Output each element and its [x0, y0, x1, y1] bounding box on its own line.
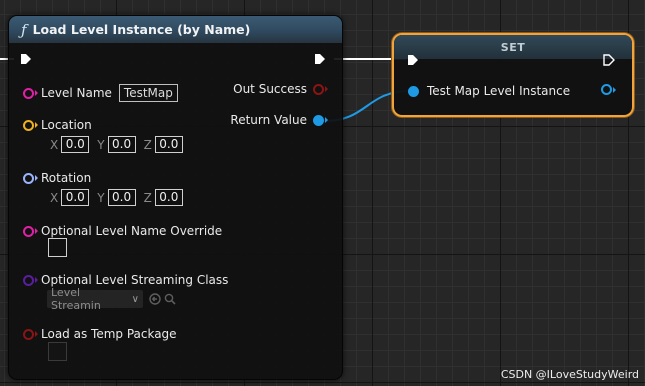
pin-arrow-icon — [35, 228, 38, 234]
chevron-down-icon: ∨ — [131, 293, 139, 305]
streaming-class-pin[interactable]: Optional Level Streaming Class — [23, 273, 228, 287]
level-name-input[interactable]: TestMap — [118, 84, 178, 102]
pin-arrow-icon — [325, 86, 328, 92]
set-node-title: SET — [500, 40, 526, 54]
function-icon: ƒ — [21, 20, 27, 39]
level-name-label: Level Name — [41, 86, 112, 100]
set-input-pin[interactable]: Test Map Level Instance — [408, 84, 570, 98]
exec-in-icon — [21, 54, 31, 64]
bool-pin-icon[interactable] — [313, 83, 324, 95]
string-pin-icon[interactable] — [23, 225, 34, 237]
dropdown-value: Level Streamin — [51, 286, 101, 312]
set-variable-node[interactable]: SET Test Map Level Instance — [392, 33, 634, 117]
temp-package-checkbox[interactable] — [48, 342, 67, 361]
level-name-override-field — [48, 238, 67, 257]
pin-arrow-icon — [35, 90, 38, 96]
temp-package-pin[interactable]: Load as Temp Package — [23, 327, 177, 341]
struct-pin-icon[interactable] — [23, 119, 34, 131]
location-vector: X 0.0 Y 0.0 Z 0.0 — [42, 136, 183, 153]
pin-arrow-icon — [35, 331, 38, 337]
set-variable-label: Test Map Level Instance — [427, 84, 571, 98]
location-pin[interactable]: Location — [23, 118, 92, 132]
z-axis-label: Z — [143, 137, 152, 152]
streaming-class-dropdown[interactable]: Level Streamin ∨ — [47, 286, 143, 312]
rotation-z-input[interactable]: 0.0 — [154, 189, 183, 206]
location-label: Location — [41, 118, 92, 132]
object-pin-icon[interactable] — [313, 114, 324, 126]
watermark: CSDN @ILoveStudyWeird — [500, 368, 639, 381]
node-header[interactable]: ƒ Load Level Instance (by Name) — [9, 16, 342, 43]
rotation-label: Rotation — [41, 171, 92, 185]
browse-search-icon[interactable] — [164, 293, 176, 305]
x-axis-label: X — [50, 190, 59, 205]
level-name-override-label: Optional Level Name Override — [41, 224, 223, 238]
use-selected-arrow-icon[interactable] — [149, 293, 161, 305]
y-axis-label: Y — [97, 137, 105, 152]
object-pin-icon[interactable] — [408, 85, 419, 97]
node-title: Load Level Instance (by Name) — [32, 22, 251, 37]
load-level-instance-node[interactable]: ƒ Load Level Instance (by Name) Out Succ… — [8, 15, 343, 380]
location-y-input[interactable]: 0.0 — [107, 136, 136, 153]
exec-in-icon — [408, 55, 418, 65]
streaming-class-label: Optional Level Streaming Class — [41, 273, 229, 287]
struct-pin-icon[interactable] — [23, 172, 34, 184]
y-axis-label: Y — [97, 190, 105, 205]
level-name-override-pin[interactable]: Optional Level Name Override — [23, 224, 222, 238]
temp-package-field — [48, 342, 67, 361]
location-x-input[interactable]: 0.0 — [61, 136, 90, 153]
return-value-pin[interactable]: Return Value — [230, 113, 328, 127]
pin-arrow-icon — [325, 117, 328, 123]
rotation-x-input[interactable]: 0.0 — [61, 189, 90, 206]
temp-package-label: Load as Temp Package — [41, 327, 177, 341]
set-node-header[interactable]: SET — [394, 35, 632, 59]
streaming-class-field: Level Streamin ∨ — [47, 286, 176, 312]
set-exec-in-pin[interactable] — [407, 54, 419, 66]
set-exec-out-pin[interactable] — [603, 54, 615, 66]
bool-pin-icon[interactable] — [23, 328, 34, 340]
string-pin-icon[interactable] — [23, 87, 34, 99]
x-axis-label: X — [50, 137, 59, 152]
exec-out-pin[interactable] — [314, 53, 326, 65]
object-pin-icon[interactable] — [601, 84, 612, 95]
level-name-pin[interactable]: Level Name TestMap — [23, 84, 178, 102]
pin-arrow-icon — [35, 175, 38, 181]
set-output-pin[interactable] — [601, 84, 616, 95]
exec-out-icon — [603, 54, 615, 66]
rotation-y-input[interactable]: 0.0 — [107, 189, 136, 206]
out-success-pin[interactable]: Out Success — [233, 82, 328, 96]
rotation-vector: X 0.0 Y 0.0 Z 0.0 — [42, 189, 183, 206]
pin-arrow-icon — [35, 122, 38, 128]
level-name-override-input[interactable] — [48, 238, 67, 257]
class-pin-icon[interactable] — [23, 274, 34, 286]
z-axis-label: Z — [143, 190, 152, 205]
pin-arrow-icon — [35, 277, 38, 283]
rotation-pin[interactable]: Rotation — [23, 171, 91, 185]
out-success-label: Out Success — [233, 82, 307, 96]
pin-arrow-icon — [613, 86, 616, 93]
location-z-input[interactable]: 0.0 — [154, 136, 183, 153]
exec-out-icon — [315, 54, 325, 64]
exec-in-pin[interactable] — [20, 53, 32, 65]
return-value-label: Return Value — [230, 113, 307, 127]
